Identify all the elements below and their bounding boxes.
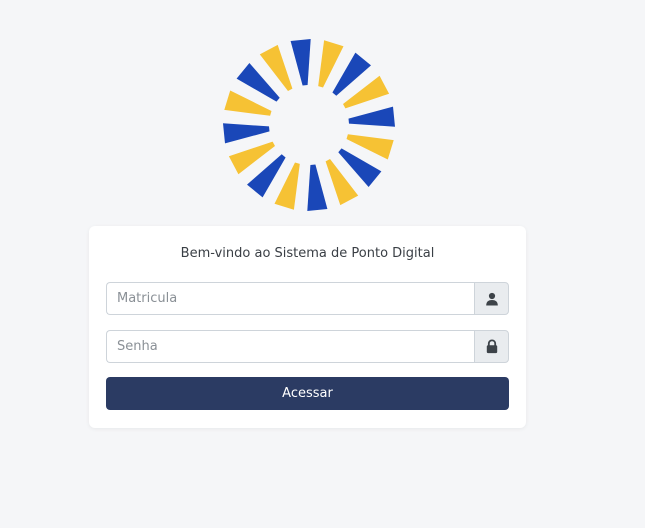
- logo-ray: [223, 123, 270, 144]
- matricula-input[interactable]: [106, 282, 474, 315]
- senha-group: [106, 330, 509, 363]
- logo-ray: [307, 164, 328, 211]
- matricula-addon: [474, 282, 509, 315]
- senha-addon: [474, 330, 509, 363]
- logo-ray: [290, 39, 311, 86]
- senha-input[interactable]: [106, 330, 474, 363]
- acessar-button[interactable]: Acessar: [106, 377, 509, 410]
- login-card: Bem-vindo ao Sistema de Ponto Digital Ac…: [89, 226, 526, 428]
- lock-icon: [486, 339, 497, 354]
- user-icon: [485, 292, 498, 305]
- welcome-message: Bem-vindo ao Sistema de Ponto Digital: [180, 246, 435, 261]
- matricula-group: [106, 282, 509, 315]
- logo-ray: [348, 106, 395, 127]
- logo-graphic: [223, 39, 395, 211]
- sunburst-logo-icon: [219, 36, 399, 214]
